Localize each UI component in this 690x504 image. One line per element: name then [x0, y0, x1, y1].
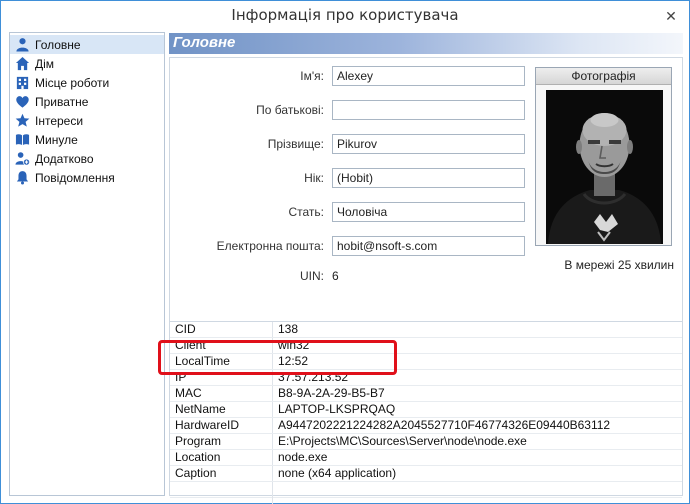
uin-label: UIN: [300, 269, 324, 283]
user-icon [14, 37, 30, 53]
row-value: E:\Projects\MC\Sources\Server\node\node.… [278, 434, 527, 448]
last-name-field[interactable] [332, 134, 525, 154]
sidebar-item-interests[interactable]: Інтереси [10, 111, 164, 130]
empty-cell [170, 482, 273, 498]
home-icon [14, 56, 30, 72]
table-row[interactable]: Caption none (x64 application) [170, 466, 682, 482]
online-status: В мережі 25 хвилин [564, 258, 674, 272]
row-key: Program [170, 434, 273, 449]
row-key: CID [170, 322, 273, 337]
row-value: none (x64 application) [278, 466, 397, 480]
row-value: B8-9A-2A-29-B5-B7 [278, 386, 385, 400]
close-button[interactable]: ✕ [661, 6, 681, 26]
sidebar-item-home[interactable]: Дім [10, 54, 164, 73]
email-field[interactable] [332, 236, 525, 256]
uin-value: 6 [332, 269, 339, 283]
gender-label: Стать: [288, 205, 324, 219]
photo-header: Фотографія [536, 68, 671, 85]
highlight-annotation [158, 340, 397, 375]
first-name-label: Ім'я: [300, 69, 324, 83]
table-row[interactable]: HardwareID A9447202221224282A2045527710F… [170, 418, 682, 434]
sidebar-item-past[interactable]: Минуле [10, 130, 164, 149]
nick-label: Нік: [304, 171, 324, 185]
empty-row [170, 498, 682, 504]
row-value: A9447202221224282A2045527710F46774326E09… [278, 418, 611, 432]
row-value: LAPTOP-LKSPRQAQ [278, 402, 396, 416]
user-info-window: Інформація про користувача ✕ Головне Дім… [0, 0, 690, 504]
table-row[interactable]: Location node.exe [170, 450, 682, 466]
patronymic-field[interactable] [332, 100, 525, 120]
building-icon [14, 75, 30, 91]
sidebar-item-private[interactable]: Приватне [10, 92, 164, 111]
table-row[interactable]: MAC B8-9A-2A-29-B5-B7 [170, 386, 682, 402]
first-name-field[interactable] [332, 66, 525, 86]
main-content: Головне Ім'я: По батькові: Прізвище: Нік… [169, 32, 683, 504]
sidebar-item-label: Повідомлення [35, 170, 115, 185]
patronymic-label: По батькові: [256, 103, 324, 117]
sidebar-item-label: Головне [35, 37, 81, 52]
table-row[interactable]: NetName LAPTOP-LKSPRQAQ [170, 402, 682, 418]
table-row[interactable]: Program E:\Projects\MC\Sources\Server\no… [170, 434, 682, 450]
bell-icon [14, 170, 30, 186]
sidebar-item-label: Місце роботи [35, 75, 110, 90]
row-key: NetName [170, 402, 273, 417]
row-key: Location [170, 450, 273, 465]
sidebar-item-label: Приватне [35, 94, 89, 109]
row-key: MAC [170, 386, 273, 401]
row-value: node.exe [278, 450, 328, 464]
sidebar-item-label: Інтереси [35, 113, 84, 128]
email-label: Електронна пошта: [216, 239, 324, 253]
section-header: Головне [169, 33, 683, 54]
sidebar-item-work[interactable]: Місце роботи [10, 73, 164, 92]
close-icon: ✕ [665, 8, 677, 24]
sidebar-item-main[interactable]: Головне [10, 35, 164, 54]
heart-icon [14, 94, 30, 110]
last-name-label: Прізвище: [267, 137, 324, 151]
user-add-icon [14, 151, 30, 167]
book-icon [14, 132, 30, 148]
empty-cell [170, 498, 273, 504]
gender-field[interactable] [332, 202, 525, 222]
sidebar-item-additional[interactable]: Додатково [10, 149, 164, 168]
section-title: Головне [173, 34, 236, 51]
sidebar-item-label: Минуле [35, 132, 78, 147]
star-icon [14, 113, 30, 129]
title-bar: Інформація про користувача ✕ [1, 1, 689, 30]
empty-row [170, 482, 682, 498]
user-form: Ім'я: По батькові: Прізвище: Нік: Стать:… [169, 57, 683, 321]
sidebar-item-label: Додатково [35, 151, 94, 166]
row-key: HardwareID [170, 418, 273, 433]
photo-box: Фотографія [535, 67, 672, 246]
row-value: 138 [278, 322, 299, 336]
sidebar: Головне Дім Місце роботи Приватне Інтере… [9, 32, 165, 496]
nick-field[interactable] [332, 168, 525, 188]
user-photo[interactable] [546, 90, 663, 244]
row-key: Caption [170, 466, 273, 481]
window-title: Інформація про користувача [231, 6, 459, 24]
sidebar-item-label: Дім [35, 56, 55, 71]
sidebar-item-messages[interactable]: Повідомлення [10, 168, 164, 187]
table-row[interactable]: CID 138 [170, 322, 682, 338]
